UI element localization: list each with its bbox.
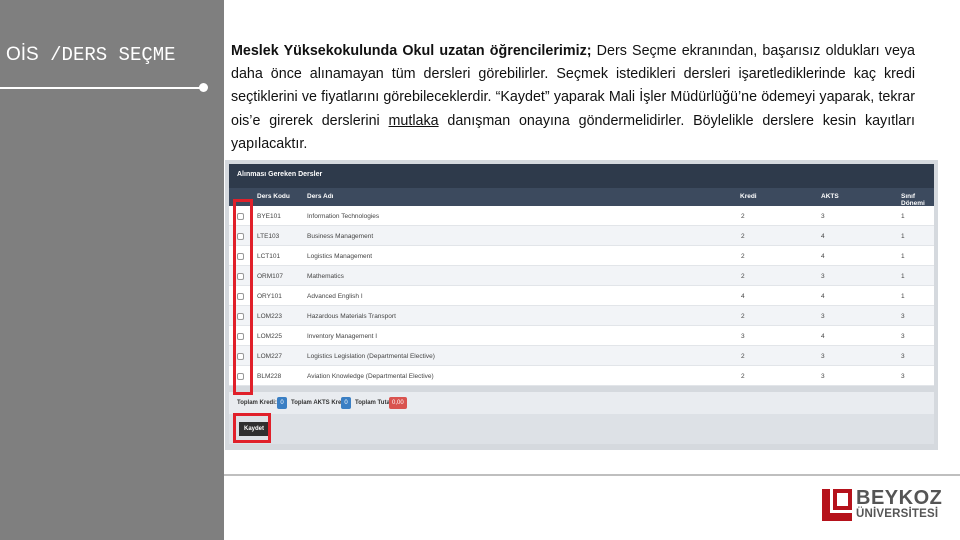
cell-semester: 1 bbox=[901, 293, 905, 300]
cell-semester: 3 bbox=[901, 353, 905, 360]
cell-credit: 4 bbox=[741, 293, 745, 300]
cell-name: Advanced English I bbox=[307, 293, 363, 300]
cell-akts: 4 bbox=[821, 333, 825, 340]
cell-credit: 3 bbox=[741, 333, 745, 340]
checkbox-highlight-box bbox=[233, 199, 253, 395]
title-underline bbox=[0, 87, 204, 89]
column-header-semester: Sınıf Dönemi bbox=[901, 193, 925, 207]
totals-bar: Toplam Kredi: 0 Toplam AKTS Kredi: 0 Top… bbox=[229, 392, 934, 414]
cell-akts: 3 bbox=[821, 213, 825, 220]
total-credit-badge: 0 bbox=[277, 397, 287, 409]
cell-name: Hazardous Materials Transport bbox=[307, 313, 396, 320]
table-row: LCT101 Logistics Management 2 4 1 bbox=[229, 246, 934, 266]
table-row: LOM223 Hazardous Materials Transport 2 3… bbox=[229, 306, 934, 326]
course-selection-screenshot: Alınması Gereken Dersler Ders Kodu Ders … bbox=[225, 160, 938, 450]
cell-code: BYE101 bbox=[257, 213, 281, 220]
cell-code: LOM223 bbox=[257, 313, 282, 320]
slide-title-part1: OİS bbox=[6, 44, 39, 65]
cell-semester: 3 bbox=[901, 333, 905, 340]
cell-code: LOM227 bbox=[257, 353, 282, 360]
panel-title: Alınması Gereken Dersler bbox=[237, 171, 323, 178]
total-akts-badge: 0 bbox=[341, 397, 351, 409]
cell-name: Aviation Knowledge (Departmental Electiv… bbox=[307, 373, 434, 380]
instruction-underlined: mutlaka bbox=[388, 112, 439, 129]
table-row: LTE103 Business Management 2 4 1 bbox=[229, 226, 934, 246]
table-header: Ders Kodu Ders Adı Kredi AKTS Sınıf Döne… bbox=[229, 188, 934, 207]
cell-akts: 4 bbox=[821, 293, 825, 300]
logo-line1: BEYKOZ bbox=[856, 487, 943, 509]
course-table: BYE101 Information Technologies 2 3 1 LT… bbox=[229, 206, 934, 386]
cell-code: ORY101 bbox=[257, 293, 282, 300]
cell-akts: 3 bbox=[821, 313, 825, 320]
cell-credit: 2 bbox=[741, 213, 745, 220]
left-panel: OİS /DERS SEÇME bbox=[0, 0, 224, 540]
total-credit-label: Toplam Kredi: bbox=[237, 400, 277, 406]
cell-credit: 2 bbox=[741, 313, 745, 320]
cell-code: ORM107 bbox=[257, 273, 284, 280]
university-logo: BEYKOZ ÜNİVERSİTESİ bbox=[820, 487, 943, 523]
cell-akts: 3 bbox=[821, 373, 825, 380]
cell-semester: 3 bbox=[901, 373, 905, 380]
cell-credit: 2 bbox=[741, 373, 745, 380]
table-row: ORM107 Mathematics 2 3 1 bbox=[229, 266, 934, 286]
cell-code: BLM228 bbox=[257, 373, 282, 380]
cell-semester: 1 bbox=[901, 253, 905, 260]
cell-credit: 2 bbox=[741, 253, 745, 260]
table-row: LOM227 Logistics Legislation (Department… bbox=[229, 346, 934, 366]
title-underline-dot bbox=[199, 83, 208, 92]
cell-name: Inventory Management I bbox=[307, 333, 378, 340]
panel-header: Alınması Gereken Dersler bbox=[229, 164, 934, 188]
cell-akts: 4 bbox=[821, 253, 825, 260]
cell-code: LOM225 bbox=[257, 333, 282, 340]
cell-name: Logistics Legislation (Departmental Elec… bbox=[307, 353, 435, 360]
cell-name: Business Management bbox=[307, 233, 374, 240]
column-header-name: Ders Adı bbox=[307, 193, 334, 200]
table-row: LOM225 Inventory Management I 3 4 3 bbox=[229, 326, 934, 346]
column-header-code: Ders Kodu bbox=[257, 193, 290, 200]
slide-title: OİS /DERS SEÇME bbox=[6, 44, 176, 66]
cell-credit: 2 bbox=[741, 233, 745, 240]
bottom-divider bbox=[224, 474, 960, 476]
cell-code: LCT101 bbox=[257, 253, 281, 260]
cell-code: LTE103 bbox=[257, 233, 280, 240]
cell-semester: 1 bbox=[901, 233, 905, 240]
cell-akts: 3 bbox=[821, 353, 825, 360]
instruction-paragraph: Meslek Yüksekokulunda Okul uzatan öğrenc… bbox=[231, 40, 915, 156]
cell-semester: 3 bbox=[901, 313, 905, 320]
cell-name: Information Technologies bbox=[307, 213, 380, 220]
cell-akts: 3 bbox=[821, 273, 825, 280]
save-area: Kaydet bbox=[229, 414, 934, 444]
table-row: BYE101 Information Technologies 2 3 1 bbox=[229, 206, 934, 226]
total-price-badge: 0,00 bbox=[389, 397, 407, 409]
cell-semester: 1 bbox=[901, 273, 905, 280]
table-row: BLM228 Aviation Knowledge (Departmental … bbox=[229, 366, 934, 386]
slide-title-part2: /DERS SEÇME bbox=[38, 44, 176, 66]
cell-name: Logistics Management bbox=[307, 253, 373, 260]
cell-credit: 2 bbox=[741, 353, 745, 360]
logo-mark-icon bbox=[822, 489, 852, 521]
cell-credit: 2 bbox=[741, 273, 745, 280]
instruction-intro: Meslek Yüksekokulunda Okul uzatan öğrenc… bbox=[231, 43, 592, 59]
save-highlight-box bbox=[233, 413, 271, 443]
logo-line2: ÜNİVERSİTESİ bbox=[856, 508, 939, 520]
column-header-credit: Kredi bbox=[740, 193, 757, 200]
column-header-akts: AKTS bbox=[821, 193, 839, 200]
table-row: ORY101 Advanced English I 4 4 1 bbox=[229, 286, 934, 306]
cell-semester: 1 bbox=[901, 213, 905, 220]
cell-name: Mathematics bbox=[307, 273, 344, 280]
cell-akts: 4 bbox=[821, 233, 825, 240]
